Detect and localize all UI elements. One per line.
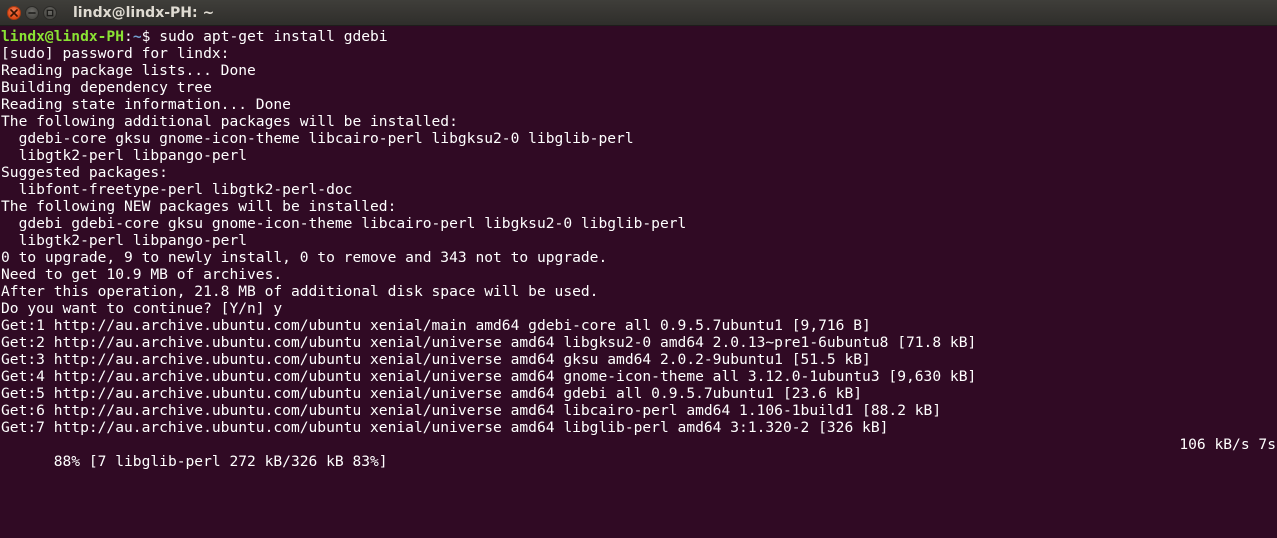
minimize-icon: [28, 11, 36, 14]
terminal-window: lindx@lindx-PH: ~ lindx@lindx-PH:~$ sudo…: [0, 0, 1277, 538]
output-line: gdebi-core gksu gnome-icon-theme libcair…: [1, 130, 634, 147]
output-line: After this operation, 21.8 MB of additio…: [1, 283, 599, 300]
output-line: Get:2 http://au.archive.ubuntu.com/ubunt…: [1, 334, 977, 351]
prompt-user-host: lindx@lindx-PH: [1, 28, 125, 45]
prompt-symbol: $: [141, 28, 160, 45]
terminal-output[interactable]: lindx@lindx-PH:~$ sudo apt-get install g…: [0, 26, 1277, 538]
output-line: Get:1 http://au.archive.ubuntu.com/ubunt…: [1, 317, 871, 334]
output-line: Need to get 10.9 MB of archives.: [1, 266, 283, 283]
output-line: The following additional packages will b…: [1, 113, 458, 130]
output-line: [sudo] password for lindx:: [1, 45, 230, 62]
prompt-separator: :: [124, 28, 133, 45]
output-line: The following NEW packages will be insta…: [1, 198, 397, 215]
minimize-button[interactable]: [25, 5, 39, 20]
prompt-command: sudo apt-get install gdebi: [159, 28, 388, 45]
command-prompt-line: lindx@lindx-PH:~$ sudo apt-get install g…: [1, 28, 1277, 45]
progress-status: 88% [7 libglib-perl 272 kB/326 kB 83%]: [53, 453, 388, 470]
maximize-button[interactable]: [43, 5, 57, 20]
output-line: Get:4 http://au.archive.ubuntu.com/ubunt…: [1, 368, 977, 385]
maximize-icon: [46, 9, 54, 16]
output-line: Suggested packages:: [1, 164, 168, 181]
output-lines: [sudo] password for lindx: Reading packag…: [1, 45, 1277, 436]
output-line: libgtk2-perl libpango-perl: [1, 147, 248, 164]
window-title: lindx@lindx-PH: ~: [73, 4, 215, 21]
output-line: Get:6 http://au.archive.ubuntu.com/ubunt…: [1, 402, 942, 419]
output-line: Building dependency tree: [1, 79, 212, 96]
output-line: Get:7 http://au.archive.ubuntu.com/ubunt…: [1, 419, 889, 436]
output-line: Reading state information... Done: [1, 96, 291, 113]
output-line: libgtk2-perl libpango-perl: [1, 232, 248, 249]
output-line: libfont-freetype-perl libgtk2-perl-doc: [1, 181, 353, 198]
output-line: Do you want to continue? [Y/n] y: [1, 300, 283, 317]
download-rate: 106 kB/s 7s: [1179, 436, 1276, 453]
output-line: gdebi gdebi-core gksu gnome-icon-theme l…: [1, 215, 687, 232]
title-bar[interactable]: lindx@lindx-PH: ~: [0, 0, 1277, 26]
output-line: Reading package lists... Done: [1, 62, 256, 79]
progress-line: 88% [7 libglib-perl 272 kB/326 kB 83%] 1…: [1, 436, 1277, 470]
close-icon: [10, 8, 18, 17]
output-line: 0 to upgrade, 9 to newly install, 0 to r…: [1, 249, 608, 266]
output-line: Get:3 http://au.archive.ubuntu.com/ubunt…: [1, 351, 871, 368]
output-line: Get:5 http://au.archive.ubuntu.com/ubunt…: [1, 385, 863, 402]
close-button[interactable]: [7, 5, 21, 20]
prompt-path: ~: [132, 28, 142, 45]
